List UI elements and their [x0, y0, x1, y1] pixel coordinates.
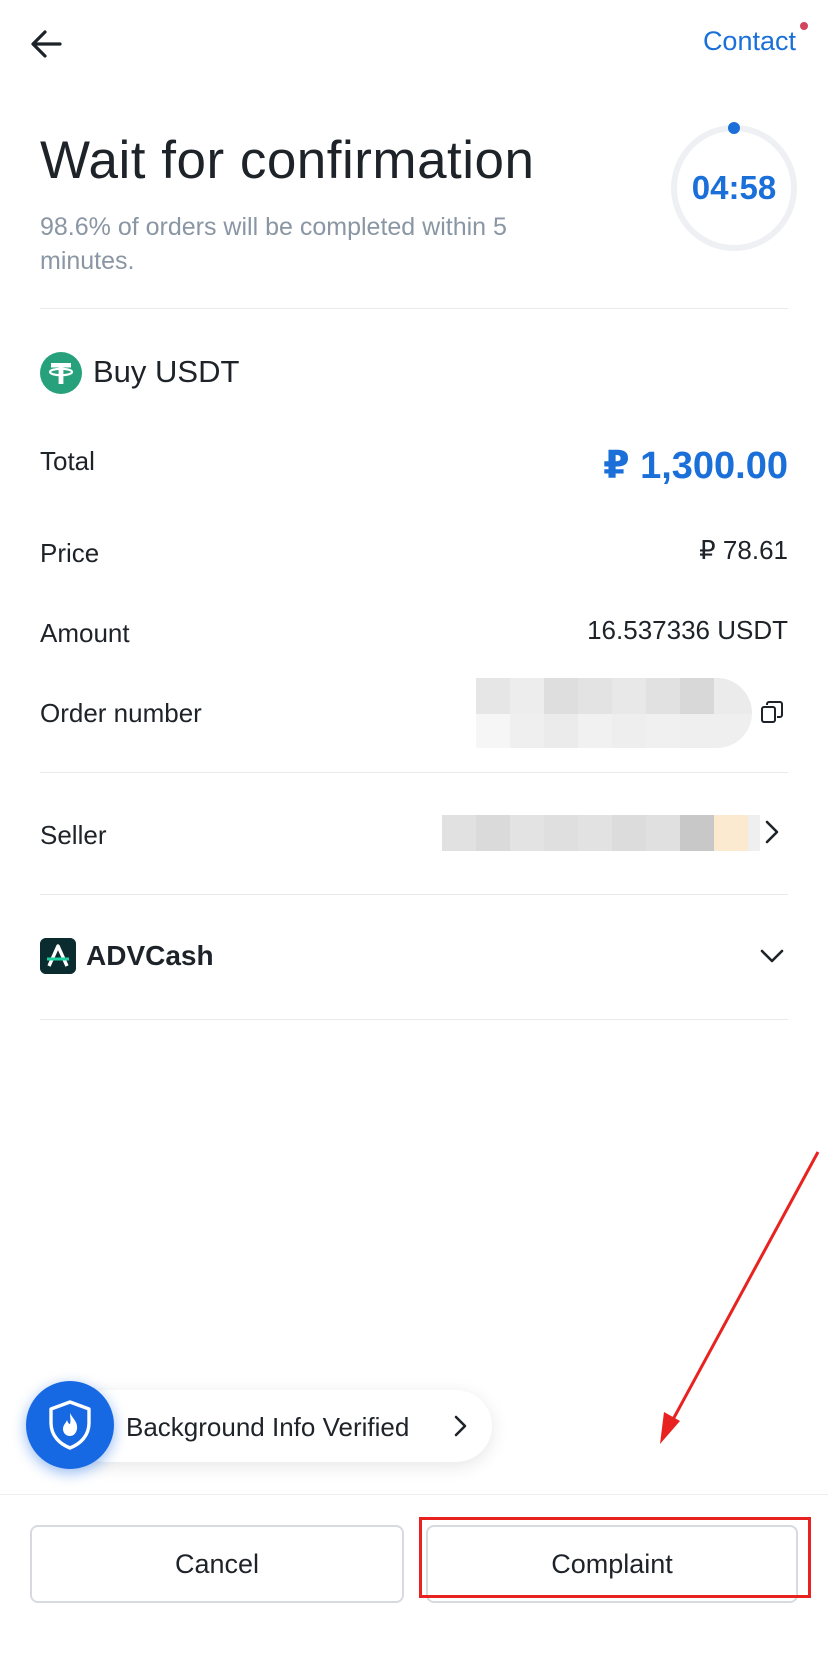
chevron-down-icon[interactable] [758, 944, 786, 968]
tether-icon [40, 352, 82, 394]
background-verified-label: Background Info Verified [126, 1412, 410, 1442]
chevron-right-icon [454, 1415, 467, 1437]
cancel-button[interactable]: Cancel [30, 1525, 404, 1603]
arrow-left-icon[interactable] [26, 24, 66, 64]
footer-divider [0, 1494, 828, 1495]
divider [40, 1019, 788, 1020]
price-value: ₽ 78.61 [699, 535, 788, 565]
order-number-value [476, 678, 752, 748]
advcash-icon [40, 938, 76, 974]
shield-fire-icon [26, 1381, 114, 1469]
total-value: ₽ 1,300.00 [603, 445, 788, 487]
chevron-right-icon[interactable] [762, 818, 782, 846]
complaint-button[interactable]: Complaint [426, 1525, 798, 1603]
order-number-label: Order number [40, 698, 202, 728]
page-title: Wait for confirmation [40, 131, 535, 190]
copy-icon[interactable] [760, 700, 784, 724]
amount-label: Amount [40, 618, 130, 648]
notification-dot [800, 22, 808, 30]
contact-link[interactable]: Contact [703, 26, 796, 57]
amount-value: 16.537336 USDT [587, 615, 788, 645]
top-bar: Contact [0, 0, 828, 90]
countdown-timer: 04:58 [691, 169, 777, 206]
seller-label: Seller [40, 820, 107, 850]
total-label: Total [40, 446, 95, 476]
payment-method-label: ADVCash [86, 940, 214, 971]
divider [40, 308, 788, 309]
divider [40, 894, 788, 895]
completion-subtitle: 98.6% of orders will be completed within… [40, 213, 507, 275]
order-title: Buy USDT [93, 354, 240, 389]
price-label: Price [40, 538, 100, 568]
divider [40, 772, 788, 773]
seller-value[interactable] [442, 815, 760, 851]
